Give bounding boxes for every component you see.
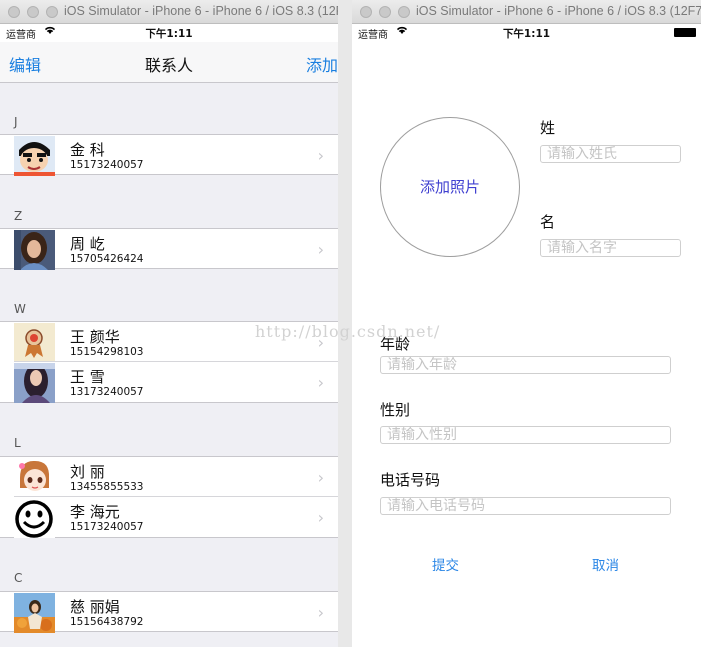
phone-label: 电话号码 [380,471,441,489]
chevron-right-icon: › [317,508,324,527]
chevron-right-icon: › [317,373,324,392]
contact-phone: 13455855533 [70,481,144,493]
first-name-input[interactable]: 请输入名字 [540,239,681,257]
contact-name: 刘 丽 [70,463,105,481]
navigation-bar: 编辑 联系人 添加 [0,42,338,83]
status-time: 下午1:11 [145,28,193,40]
contact-phone: 15156438792 [70,616,144,628]
status-bar: 运营商 下午1:11 [352,24,701,42]
table-row[interactable]: 金 科 15173240057 › [0,134,338,176]
submit-button[interactable]: 提交 [432,554,459,574]
contact-phone: 15173240057 [70,159,144,171]
contact-name: 王 颜华 [70,328,120,346]
contact-name: 金 科 [70,141,105,159]
section-header: C [14,571,23,585]
last-name-label: 姓 [540,119,556,137]
chevron-right-icon: › [317,240,324,259]
contact-phone: 15154298103 [70,346,144,358]
age-input[interactable]: 请输入年龄 [380,356,671,374]
last-name-input[interactable]: 请输入姓氏 [540,145,681,163]
battery-icon [674,28,696,37]
chevron-right-icon: › [317,468,324,487]
zoom-window-button[interactable] [398,6,410,18]
contact-name: 王 雪 [70,368,105,386]
table-row[interactable]: 李 海元 15173240057 › [0,497,338,538]
first-name-label: 名 [540,213,556,231]
zoom-window-button[interactable] [46,6,58,18]
contact-phone: 15705426424 [70,253,144,265]
window-titlebar: iOS Simulator - iPhone 6 - iPhone 6 / iO… [352,0,701,24]
avatar [14,498,55,538]
avatar [14,458,55,498]
section-header: W [14,302,26,316]
table-row[interactable]: 慈 丽娟 15156438792 › [0,591,338,633]
minimize-window-button[interactable] [27,6,39,18]
contact-name: 慈 丽娟 [70,598,120,616]
avatar [14,323,55,363]
close-window-button[interactable] [8,6,20,18]
avatar [14,230,55,270]
contacts-table[interactable]: J 金 科 15173240057 › Z 周 屹 15705426424 › … [0,83,338,647]
window-titlebar: iOS Simulator - iPhone 6 - iPhone 6 / iO… [0,0,338,24]
section-header: Z [14,209,23,223]
watermark-text: http://blog.csdn.net/ [255,322,441,341]
contact-name: 周 屹 [70,235,105,253]
table-row[interactable]: 王 雪 13173240057 › [0,362,338,403]
chevron-right-icon: › [317,146,324,165]
add-photo-button[interactable]: 添加照片 [380,117,520,257]
chevron-right-icon: › [317,603,324,622]
window-title: iOS Simulator - iPhone 6 - iPhone 6 / iO… [416,4,701,18]
add-button[interactable]: 添加 [306,52,338,76]
nav-title: 联系人 [144,56,193,75]
avatar [14,363,55,403]
avatar [14,136,55,176]
status-time: 下午1:11 [502,28,551,40]
gender-input[interactable]: 请输入性别 [380,426,671,444]
window-title: iOS Simulator - iPhone 6 - iPhone 6 / iO… [64,4,338,18]
status-bar: 运营商 下午1:11 [0,24,338,42]
contact-name: 李 海元 [70,503,120,521]
gender-label: 性别 [380,401,411,419]
table-row[interactable]: 周 屹 15705426424 › [0,228,338,270]
cancel-button[interactable]: 取消 [592,554,619,574]
contact-phone: 13173240057 [70,386,144,398]
avatar [14,593,55,633]
section-header: J [14,115,18,129]
section-header: L [14,436,21,450]
contact-phone: 15173240057 [70,521,144,533]
phone-input[interactable]: 请输入电话号码 [380,497,671,515]
table-row[interactable]: 刘 丽 13455855533 › [0,456,338,498]
close-window-button[interactable] [360,6,372,18]
minimize-window-button[interactable] [379,6,391,18]
